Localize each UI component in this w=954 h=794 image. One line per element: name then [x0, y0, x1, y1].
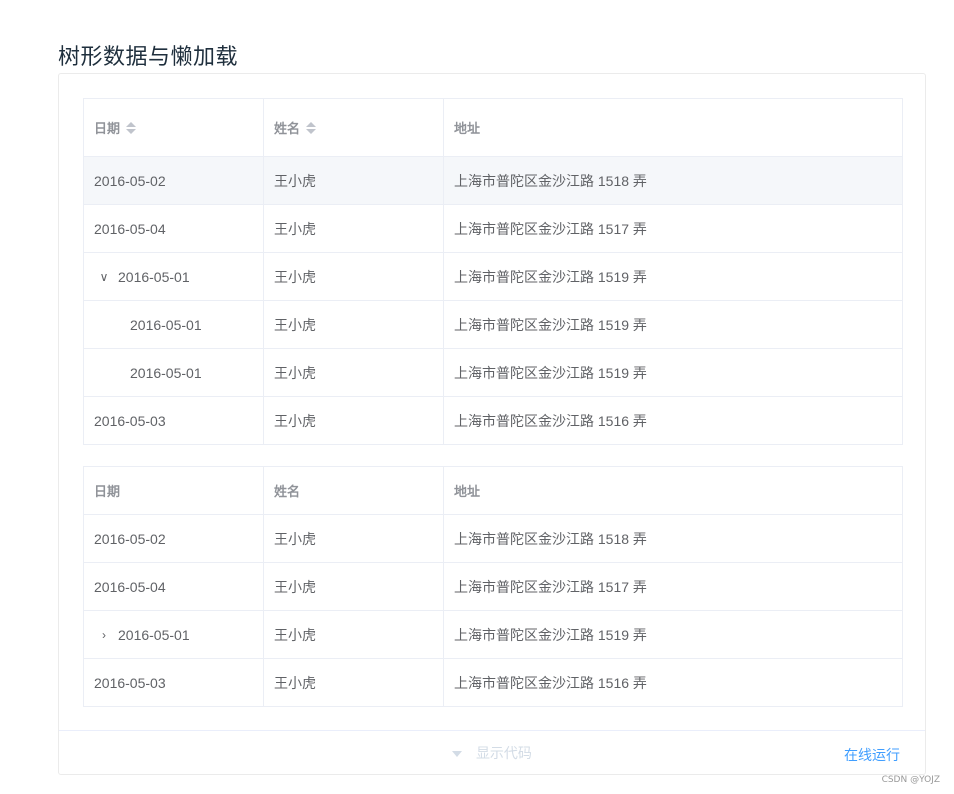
- demo-footer: 显示代码 在线运行: [59, 730, 925, 774]
- lazy-load-table: 日期 姓名 地址 2016-05-02 王小虎 上海市普陀区金沙江路 1518 …: [83, 466, 903, 707]
- cell-name: 王小虎: [264, 157, 444, 204]
- column-header-name: 姓名: [264, 467, 444, 514]
- cell-name: 王小虎: [264, 397, 444, 444]
- column-header-address: 地址: [454, 484, 481, 499]
- cell-name: 王小虎: [264, 515, 444, 562]
- show-code-label: 显示代码: [475, 745, 532, 761]
- cell-address: 上海市普陀区金沙江路 1518 弄: [454, 530, 647, 547]
- caret-down-icon: [452, 751, 463, 758]
- cell-name: 王小虎: [264, 301, 444, 348]
- cell-address: 上海市普陀区金沙江路 1519 弄: [454, 316, 647, 333]
- column-header-address: 地址: [444, 99, 902, 156]
- cell-name: 王小虎: [264, 205, 444, 252]
- cell-address: 上海市普陀区金沙江路 1519 弄: [454, 268, 647, 285]
- table-row[interactable]: 2016-05-03 王小虎 上海市普陀区金沙江路 1516 弄: [84, 397, 902, 445]
- cell-date: 2016-05-03: [84, 397, 264, 444]
- table-row[interactable]: 2016-05-04 王小虎 上海市普陀区金沙江路 1517 弄: [84, 205, 902, 253]
- cell-date-text: 2016-05-01: [118, 626, 190, 643]
- tree-table: 日期 姓名 地址 2016-05-02 王小虎 上海市普陀区金沙江路 1518 …: [83, 98, 903, 445]
- cell-date: 2016-05-03: [84, 659, 264, 706]
- cell-date: 2016-05-02: [84, 157, 264, 204]
- page-title: 树形数据与懒加载: [58, 44, 239, 70]
- column-header-name[interactable]: 姓名: [264, 99, 444, 156]
- table-row-collapsed[interactable]: › 2016-05-01 王小虎 上海市普陀区金沙江路 1519 弄: [84, 611, 902, 659]
- cell-address: 上海市普陀区金沙江路 1519 弄: [454, 626, 647, 643]
- column-header-label: 姓名: [274, 121, 301, 136]
- cell-address: 上海市普陀区金沙江路 1517 弄: [454, 220, 647, 237]
- cell-address: 上海市普陀区金沙江路 1516 弄: [454, 674, 647, 691]
- demo-card: 日期 姓名 地址 2016-05-02 王小虎 上海市普陀区金沙江路 1518 …: [58, 73, 926, 775]
- cell-date-text: 2016-05-01: [118, 268, 190, 285]
- table-row-child[interactable]: 2016-05-01 王小虎 上海市普陀区金沙江路 1519 弄: [84, 301, 902, 349]
- cell-name: 王小虎: [264, 563, 444, 610]
- table-row[interactable]: 2016-05-04 王小虎 上海市普陀区金沙江路 1517 弄: [84, 563, 902, 611]
- table-row[interactable]: 2016-05-03 王小虎 上海市普陀区金沙江路 1516 弄: [84, 659, 902, 707]
- column-header-label: 日期: [94, 121, 121, 136]
- table-row[interactable]: 2016-05-02 王小虎 上海市普陀区金沙江路 1518 弄: [84, 157, 902, 205]
- watermark: CSDN @YOJZ: [881, 775, 940, 785]
- table-row-expanded[interactable]: ∨ 2016-05-01 王小虎 上海市普陀区金沙江路 1519 弄: [84, 253, 902, 301]
- cell-address: 上海市普陀区金沙江路 1518 弄: [454, 172, 647, 189]
- column-header-date: 日期: [84, 467, 264, 514]
- run-online-link[interactable]: 在线运行: [844, 745, 900, 765]
- show-code-button[interactable]: 显示代码: [59, 743, 925, 763]
- cell-date: ∨ 2016-05-01: [84, 253, 264, 300]
- cell-address: 上海市普陀区金沙江路 1516 弄: [454, 412, 647, 429]
- cell-date: 2016-05-01: [84, 349, 264, 396]
- cell-date: 2016-05-04: [84, 563, 264, 610]
- cell-address: 上海市普陀区金沙江路 1517 弄: [454, 578, 647, 595]
- chevron-right-icon[interactable]: ›: [98, 628, 110, 642]
- table-row-child[interactable]: 2016-05-01 王小虎 上海市普陀区金沙江路 1519 弄: [84, 349, 902, 397]
- column-header-date[interactable]: 日期: [84, 99, 264, 156]
- cell-date: 2016-05-01: [84, 301, 264, 348]
- table-header-row: 日期 姓名 地址: [84, 99, 902, 157]
- cell-name: 王小虎: [264, 253, 444, 300]
- table-header-row: 日期 姓名 地址: [84, 467, 902, 515]
- cell-date: › 2016-05-01: [84, 611, 264, 658]
- cell-name: 王小虎: [264, 349, 444, 396]
- cell-name: 王小虎: [264, 611, 444, 658]
- sort-caret-icon[interactable]: [126, 121, 137, 134]
- sort-caret-icon[interactable]: [306, 121, 317, 134]
- cell-name: 王小虎: [264, 659, 444, 706]
- cell-date: 2016-05-02: [84, 515, 264, 562]
- cell-address: 上海市普陀区金沙江路 1519 弄: [454, 364, 647, 381]
- cell-date: 2016-05-04: [84, 205, 264, 252]
- chevron-down-icon[interactable]: ∨: [98, 270, 110, 284]
- table-row[interactable]: 2016-05-02 王小虎 上海市普陀区金沙江路 1518 弄: [84, 515, 902, 563]
- column-header-label: 地址: [454, 121, 481, 136]
